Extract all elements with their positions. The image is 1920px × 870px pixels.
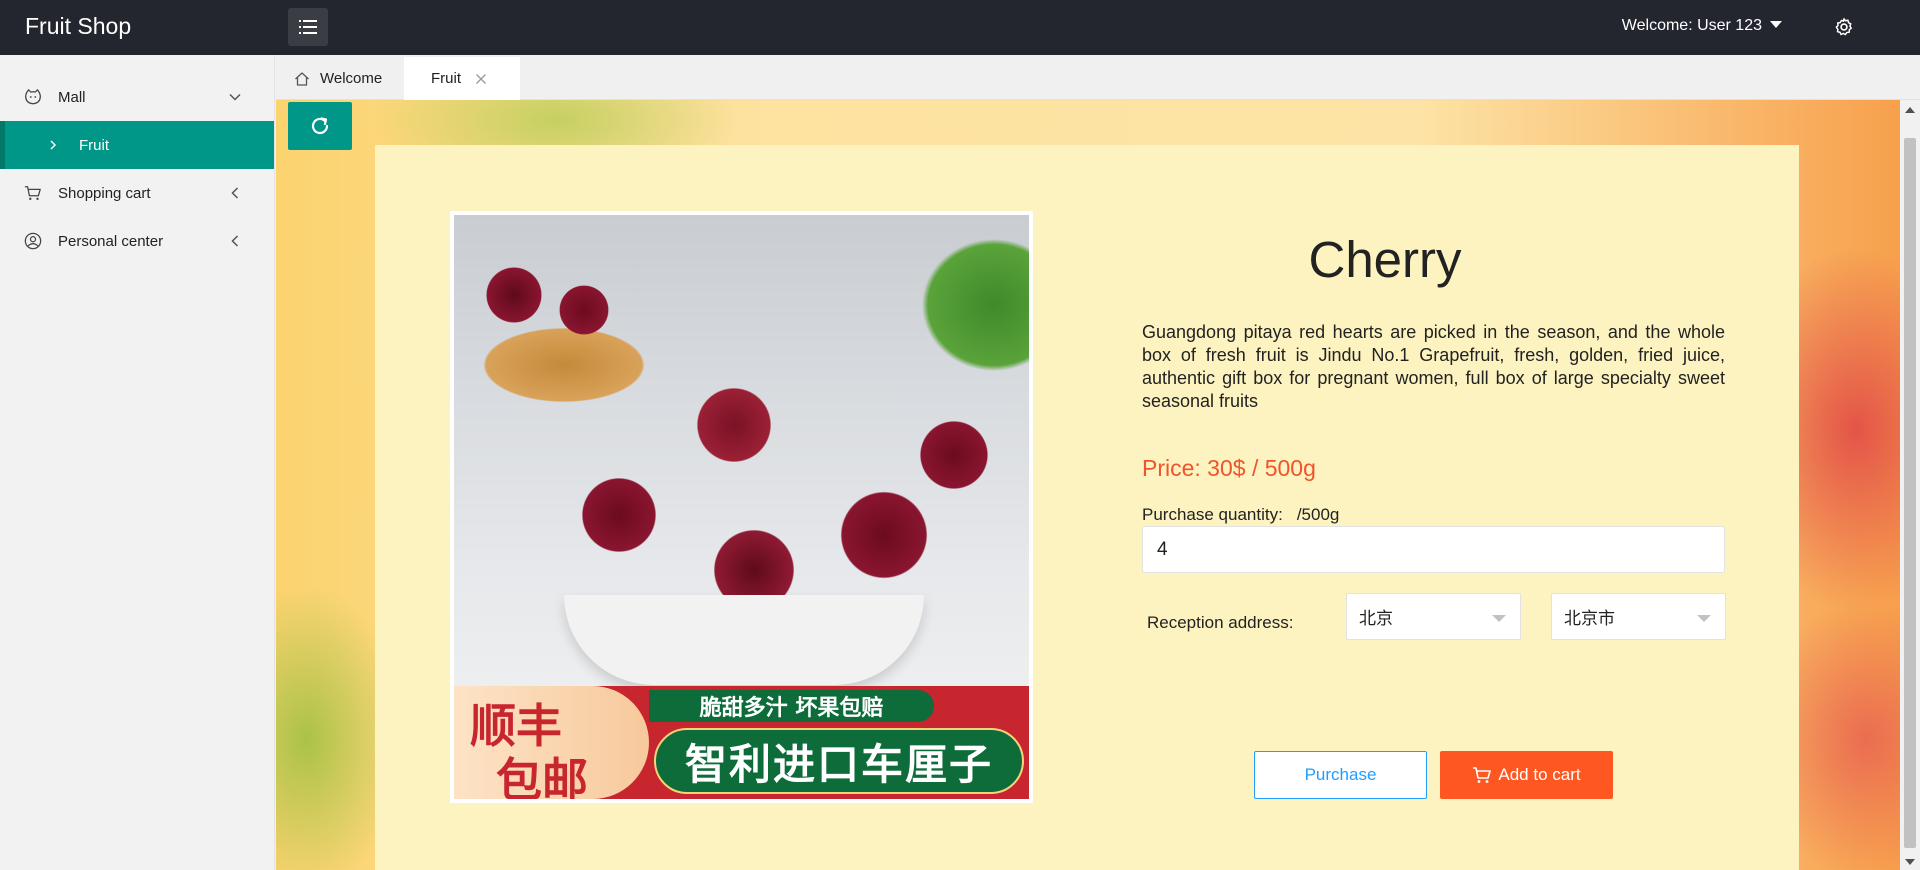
scroll-down-arrow-icon[interactable] <box>1905 859 1915 865</box>
cherry-photo: 顺丰 包邮 脆甜多汁 坏果包赔 智利进口车厘子 <box>454 215 1029 799</box>
tab-welcome[interactable]: Welcome <box>294 57 382 100</box>
sidebar-item-shopping-cart[interactable]: Shopping cart <box>0 169 274 217</box>
banner-tagline: 脆甜多汁 坏果包赔 <box>649 690 934 722</box>
quantity-unit: /500g <box>1296 505 1340 524</box>
caret-down-icon <box>1770 21 1782 28</box>
sidebar-subitem-fruit[interactable]: Fruit <box>0 121 274 169</box>
sidebar-item-label: Personal center <box>58 232 164 250</box>
province-value: 北京 <box>1359 609 1393 629</box>
sidebar-item-mall[interactable]: Mall <box>0 73 274 121</box>
product-description: Guangdong pitaya red hearts are picked i… <box>1142 322 1725 411</box>
vertical-scrollbar[interactable] <box>1900 100 1920 870</box>
city-value: 北京市 <box>1564 609 1615 629</box>
cart-icon <box>24 186 41 201</box>
tab-bar: Welcome Fruit <box>276 55 1920 100</box>
dropdown-caret-icon <box>1697 615 1711 622</box>
quantity-input[interactable] <box>1142 526 1725 573</box>
scroll-thumb[interactable] <box>1904 138 1916 848</box>
product-image: 顺丰 包邮 脆甜多汁 坏果包赔 智利进口车厘子 <box>450 211 1033 803</box>
refresh-icon <box>311 117 329 135</box>
sidebar-item-label: Shopping cart <box>58 184 151 202</box>
sidebar-item-label: Fruit <box>79 136 109 154</box>
cart-icon <box>1473 767 1492 783</box>
product-title: Cherry <box>1308 231 1462 288</box>
home-icon <box>295 71 309 86</box>
scroll-up-arrow-icon[interactable] <box>1905 107 1915 113</box>
menu-toggle-button[interactable] <box>288 8 328 46</box>
chevron-down-icon <box>229 93 241 101</box>
purchase-button[interactable]: Purchase <box>1254 751 1427 799</box>
close-icon[interactable] <box>475 73 487 85</box>
chevron-right-icon <box>50 140 57 150</box>
app-brand[interactable]: Fruit Shop <box>25 13 131 40</box>
quantity-label: Purchase quantity: /500g <box>1142 505 1339 525</box>
city-select[interactable]: 北京市 <box>1551 593 1726 640</box>
province-select[interactable]: 北京 <box>1346 593 1521 640</box>
tab-label: Fruit <box>431 70 461 87</box>
user-menu[interactable]: Welcome: User 123 <box>1622 17 1782 35</box>
add-to-cart-button[interactable]: Add to cart <box>1440 751 1613 799</box>
chevron-left-icon <box>231 235 239 247</box>
add-to-cart-label: Add to cart <box>1498 765 1581 784</box>
menu-icon <box>299 20 317 34</box>
main-content: 顺丰 包邮 脆甜多汁 坏果包赔 智利进口车厘子 Cherry Guangdong… <box>276 100 1900 870</box>
address-label: Reception address: <box>1147 613 1294 632</box>
chevron-left-icon <box>231 187 239 199</box>
cat-face-icon <box>25 89 41 105</box>
quantity-label-text: Purchase quantity: <box>1142 505 1283 524</box>
sidebar: Mall Fruit Shopping cart Personal center <box>0 55 275 870</box>
user-circle-icon <box>24 232 42 250</box>
bowl-shape <box>564 595 924 685</box>
top-bar: Fruit Shop Welcome: User 123 <box>0 0 1920 55</box>
sidebar-item-personal-center[interactable]: Personal center <box>0 217 274 265</box>
purchase-label: Purchase <box>1304 765 1377 784</box>
tab-label: Welcome <box>320 70 383 87</box>
tab-fruit[interactable]: Fruit <box>404 57 520 100</box>
refresh-button[interactable] <box>288 102 352 150</box>
image-banner: 顺丰 包邮 脆甜多汁 坏果包赔 智利进口车厘子 <box>454 686 1029 799</box>
product-panel: 顺丰 包邮 脆甜多汁 坏果包赔 智利进口车厘子 Cherry Guangdong… <box>375 145 1799 870</box>
user-welcome-label: Welcome: User 123 <box>1621 17 1762 34</box>
banner-shipping-line2: 包邮 <box>496 753 588 799</box>
sidebar-item-label: Mall <box>58 88 86 106</box>
dropdown-caret-icon <box>1492 615 1506 622</box>
product-price: Price: 30$ / 500g <box>1142 455 1316 481</box>
banner-product-name: 智利进口车厘子 <box>654 728 1024 794</box>
gear-icon[interactable] <box>1833 16 1855 38</box>
